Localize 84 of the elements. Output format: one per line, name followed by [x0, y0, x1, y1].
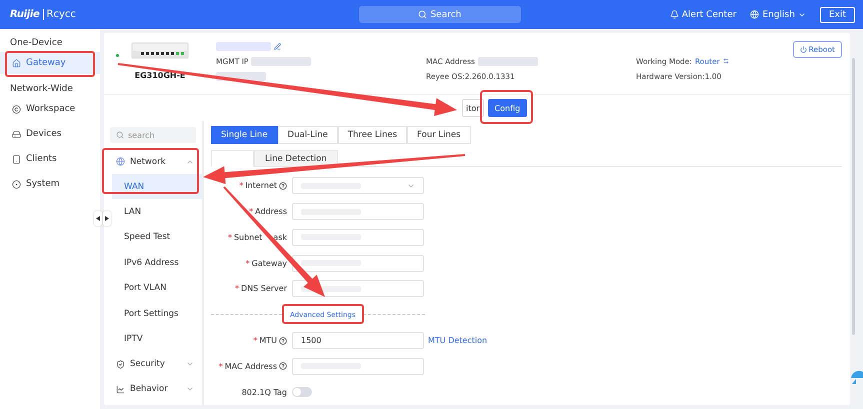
brand-logo: Ruijie	[10, 9, 40, 20]
power-icon	[800, 46, 807, 53]
highlight-frame	[480, 90, 533, 124]
globe-icon	[750, 10, 760, 19]
input-field[interactable]	[292, 203, 424, 220]
menu-group[interactable]: Network	[104, 149, 202, 174]
required-mark: *	[218, 362, 223, 371]
toggle-switch[interactable]	[292, 387, 312, 398]
menu-item[interactable]: Port VLAN	[112, 276, 202, 301]
hard-drive-icon	[12, 130, 21, 138]
sidebar-item[interactable]: Devices	[0, 123, 100, 145]
field-label: 802.1Q Tag	[242, 388, 287, 397]
input-field[interactable]: 1500	[292, 332, 424, 350]
edit-icon[interactable]	[274, 42, 281, 50]
menu-item[interactable]: Speed Test	[112, 224, 202, 250]
sidebar-item[interactable]: Workspace	[0, 98, 100, 120]
line-tab[interactable]: Dual-Line	[278, 126, 338, 144]
field-label: ask	[273, 232, 287, 242]
field-label: MAC Address	[224, 362, 277, 371]
search-icon	[116, 131, 124, 139]
menu-item[interactable]: IPTV	[112, 326, 202, 352]
chart-icon	[116, 384, 125, 394]
input-field[interactable]	[292, 254, 424, 272]
menu-item[interactable]: LAN	[112, 199, 202, 225]
circle-dot-icon	[12, 180, 21, 188]
field-label: Address	[255, 207, 287, 216]
select-field[interactable]	[292, 177, 424, 194]
required-mark: *	[239, 181, 244, 190]
search-icon	[418, 10, 428, 19]
search-placeholder: Search	[430, 10, 462, 20]
alert-center-link[interactable]: Alert Center	[670, 10, 736, 20]
help-icon[interactable]	[279, 362, 287, 370]
menu-item[interactable]: Port Settings	[112, 300, 202, 326]
sub-tab[interactable]: Line Detection	[254, 150, 338, 167]
field-label: DNS Server	[241, 284, 287, 294]
field-label: Internet	[245, 181, 277, 190]
exit-button[interactable]: Exit	[820, 6, 855, 22]
shield-icon	[116, 360, 125, 369]
field-label: MTU	[259, 336, 277, 346]
mtu-detection-link[interactable]: MTU Detection	[428, 336, 488, 346]
input-field[interactable]	[292, 228, 424, 246]
home-icon	[12, 58, 21, 68]
required-mark: *	[249, 207, 254, 216]
menu-group[interactable]: Security	[104, 352, 202, 377]
blurred-value	[478, 56, 538, 66]
required-mark: *	[253, 336, 258, 346]
view-tab[interactable]: Config	[488, 99, 528, 117]
input-field[interactable]	[292, 358, 424, 375]
tablet-icon	[12, 154, 21, 164]
globe-icon	[116, 157, 125, 166]
line-tab[interactable]: Three Lines	[338, 126, 408, 144]
help-icon[interactable]	[279, 336, 287, 345]
sidebar-section-title: One-Device	[9, 38, 64, 50]
right-triangle-icon	[105, 216, 109, 221]
view-tab[interactable]: itor	[462, 99, 484, 117]
required-mark: *	[235, 284, 239, 294]
search-placeholder: search	[128, 130, 155, 140]
circle-c-icon	[12, 104, 21, 114]
router-drawing	[131, 41, 189, 59]
left-triangle-icon	[96, 216, 100, 221]
sidebar-item[interactable]: Gateway	[0, 52, 100, 74]
sidebar-section-title: Network-Wide	[9, 84, 74, 96]
required-mark: *	[228, 232, 232, 242]
language-selector[interactable]: English	[750, 10, 806, 20]
menu-item[interactable]: WAN	[112, 174, 202, 200]
product-name: Rcycc	[42, 9, 76, 20]
device-model: EG310GH-E	[134, 71, 186, 80]
help-icon[interactable]	[279, 182, 287, 190]
required-mark: *	[246, 258, 250, 268]
field-label: Gateway	[252, 258, 287, 268]
scrollbar[interactable]	[852, 58, 855, 335]
sidebar-item[interactable]: System	[0, 173, 100, 195]
blurred-value	[251, 56, 312, 66]
line-tab[interactable]: Four Lines	[407, 126, 471, 144]
switch-icon	[722, 58, 729, 64]
sidebar-item[interactable]: Clients	[0, 148, 100, 170]
expand-right-button[interactable]	[103, 211, 111, 226]
bell-icon	[670, 10, 679, 19]
menu-group[interactable]: Behavior	[104, 376, 202, 402]
collapse-left-button[interactable]	[94, 211, 102, 226]
line-tab[interactable]: Single Line	[211, 126, 278, 144]
field-label: Subnet	[234, 232, 262, 242]
blurred-value	[216, 42, 271, 50]
menu-item[interactable]: IPv6 Address	[112, 250, 202, 276]
